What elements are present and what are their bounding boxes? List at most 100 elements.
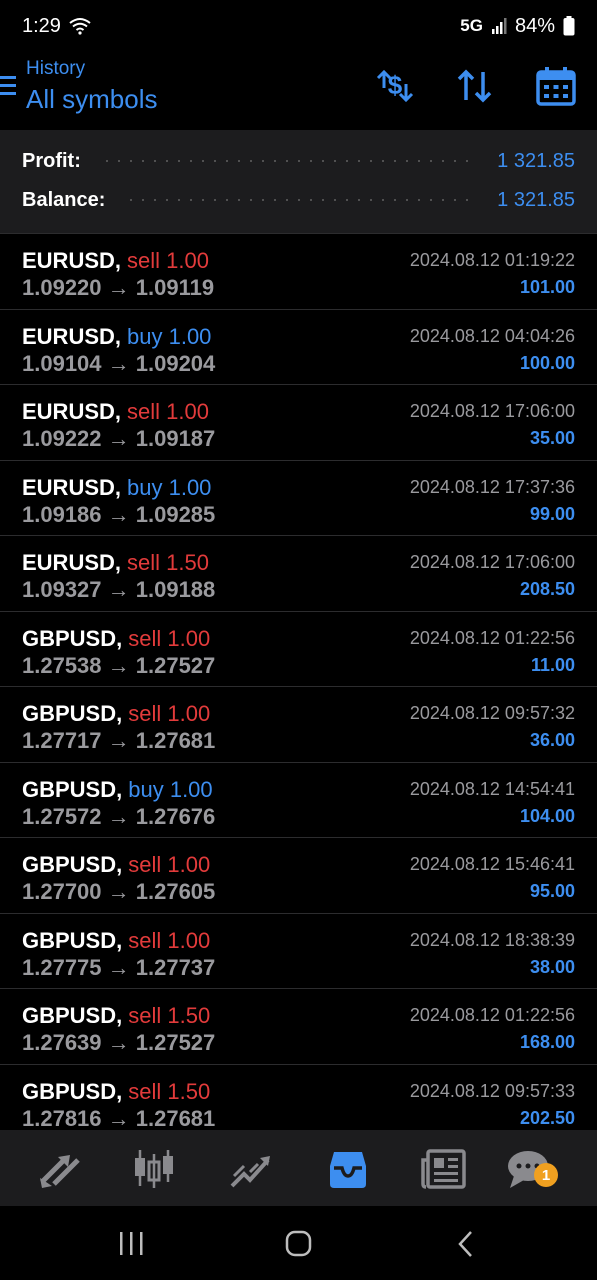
home-icon[interactable]: [285, 1230, 313, 1258]
deal-time: 2024.08.12 14:54:41: [409, 778, 575, 799]
app-header: History All symbols $: [0, 52, 597, 130]
calendar-icon[interactable]: [536, 66, 576, 106]
deal-row[interactable]: EURUSD, sell 1.00 1.09222 → 1.09187 2024.…: [0, 385, 597, 461]
signal-icon: [491, 18, 507, 34]
menu-icon[interactable]: [0, 74, 16, 98]
deal-prices: 1.09222 → 1.09187: [22, 426, 216, 451]
profit-label: Profit:: [22, 149, 81, 172]
deal-profit: 100.00: [519, 352, 575, 373]
deal-prices: 1.09327 → 1.09188: [22, 577, 216, 602]
back-icon[interactable]: [456, 1230, 476, 1258]
deal-profit: 35.00: [529, 428, 575, 448]
deal-side: sell 1.50: [128, 1078, 211, 1104]
deal-row[interactable]: EURUSD, buy 1.00 1.09186 → 1.09285 2024.0…: [0, 461, 597, 536]
battery-percent: 84%: [514, 14, 555, 37]
deal-profit: 168.00: [519, 1032, 575, 1052]
network-label: 5G: [460, 16, 483, 35]
wifi-icon: [69, 18, 91, 35]
history-inbox-icon[interactable]: [324, 1148, 372, 1190]
deal-side: buy 1.00: [127, 474, 212, 500]
bottom-nav: [0, 1130, 597, 1206]
deal-profit: 101.00: [519, 277, 575, 297]
deal-side: sell 1.50: [128, 1003, 211, 1028]
deal-profit: 208.50: [519, 579, 575, 599]
deal-prices: 1.27717 → 1.27681: [22, 728, 216, 753]
deal-row[interactable]: GBPUSD, sell 1.00 1.27700 → 1.27605 2024.…: [0, 838, 597, 914]
deal-prices: 1.27816 → 1.27681: [22, 1105, 216, 1131]
deal-symbol: GBPUSD,: [22, 852, 123, 877]
deal-prices: 1.09104 → 1.09204: [22, 350, 216, 376]
trade-icon[interactable]: [228, 1148, 276, 1190]
deal-symbol: GBPUSD,: [22, 1078, 123, 1104]
profit-value: 1 321.85: [497, 149, 575, 172]
deal-time: 2024.08.12 04:04:26: [409, 325, 575, 346]
deal-profit: 95.00: [529, 881, 575, 901]
deal-profit: 38.00: [529, 956, 575, 977]
deal-profit: 104.00: [519, 805, 575, 826]
system-nav-bar: [0, 1206, 597, 1280]
deal-row[interactable]: GBPUSD, sell 1.50 1.27639 → 1.27527 2024.…: [0, 989, 597, 1065]
deal-prices: 1.09220 → 1.09119: [22, 275, 215, 300]
deal-time: 2024.08.12 09:57:32: [409, 703, 575, 723]
deal-symbol: GBPUSD,: [22, 927, 123, 953]
chart-candles-icon[interactable]: [130, 1148, 178, 1190]
deal-prices: 1.27538 → 1.27527: [22, 652, 216, 678]
header-subtitle[interactable]: History: [26, 58, 85, 80]
deal-time: 2024.08.12 17:37:36: [409, 476, 575, 497]
deal-profit: 36.00: [529, 730, 575, 750]
deal-side: sell 1.00: [128, 701, 211, 726]
battery-icon: [563, 16, 575, 36]
deal-time: 2024.08.12 01:19:22: [409, 250, 575, 270]
recents-icon[interactable]: [118, 1231, 146, 1257]
deal-row[interactable]: EURUSD, sell 1.00 1.09220 → 1.09119 2024.…: [0, 234, 597, 310]
deal-side: buy 1.00: [128, 776, 213, 802]
sort-icon[interactable]: [456, 66, 494, 106]
deal-row[interactable]: EURUSD, sell 1.50 1.09327 → 1.09188 2024.…: [0, 536, 597, 612]
deal-symbol: GBPUSD,: [22, 776, 123, 802]
deal-prices: 1.27639 → 1.27527: [22, 1030, 216, 1055]
deal-side: sell 1.00: [128, 852, 211, 877]
notification-badge: 1: [534, 1163, 558, 1187]
news-icon[interactable]: [420, 1148, 468, 1190]
deal-profit: 11.00: [530, 654, 575, 675]
deal-prices: 1.27700 → 1.27605: [22, 879, 216, 904]
deal-row[interactable]: GBPUSD, sell 1.00 1.27775 → 1.27737 2024.…: [0, 914, 597, 989]
deal-side: sell 1.00: [128, 625, 211, 651]
balance-row: Balance: 1 321.85: [22, 185, 575, 215]
dotted-leader: [125, 199, 478, 201]
deal-row[interactable]: EURUSD, buy 1.00 1.09104 → 1.09204 2024.0…: [0, 310, 597, 385]
dotted-leader: [100, 160, 478, 162]
deal-symbol: GBPUSD,: [22, 1003, 123, 1028]
currency-exchange-icon[interactable]: $: [374, 66, 416, 106]
profit-row: Profit: 1 321.85: [22, 146, 575, 176]
deal-time: 2024.08.12 17:06:00: [409, 401, 575, 421]
deal-time: 2024.08.12 15:46:41: [409, 854, 575, 874]
deal-symbol: EURUSD,: [22, 550, 122, 575]
deal-side: sell 1.00: [127, 399, 209, 424]
deal-symbol: EURUSD,: [22, 399, 122, 424]
deal-side: sell 1.00: [128, 927, 211, 953]
header-title[interactable]: All symbols: [26, 84, 157, 115]
deal-time: 2024.08.12 09:57:33: [409, 1080, 575, 1101]
deal-time: 2024.08.12 01:22:56: [409, 1005, 575, 1025]
status-bar: 1:29 5G 84%: [0, 0, 597, 52]
deal-time: 2024.08.12 01:22:56: [409, 627, 575, 648]
deals-list[interactable]: EURUSD, sell 1.00 1.09220 → 1.09119 2024.…: [0, 234, 597, 1130]
deal-profit: 99.00: [529, 503, 575, 524]
clock: 1:29: [22, 14, 61, 37]
deal-row[interactable]: GBPUSD, sell 1.00 1.27538 → 1.27527 2024.…: [0, 612, 597, 687]
deal-prices: 1.27572 → 1.27676: [22, 803, 216, 829]
deal-side: sell 1.00: [127, 248, 209, 273]
deal-symbol: EURUSD,: [22, 474, 122, 500]
deal-row[interactable]: GBPUSD, sell 1.00 1.27717 → 1.27681 2024.…: [0, 687, 597, 763]
deal-prices: 1.09186 → 1.09285: [22, 501, 216, 527]
deal-symbol: EURUSD,: [22, 248, 122, 273]
deal-prices: 1.27775 → 1.27737: [22, 954, 216, 980]
deal-time: 2024.08.12 18:38:39: [409, 929, 575, 950]
deal-row[interactable]: GBPUSD, sell 1.50 1.27816 → 1.27681 2024.…: [0, 1065, 597, 1131]
deal-symbol: GBPUSD,: [22, 625, 123, 651]
quotes-icon[interactable]: [36, 1148, 84, 1190]
deal-row[interactable]: GBPUSD, buy 1.00 1.27572 → 1.27676 2024.0…: [0, 763, 597, 838]
deal-side: sell 1.50: [127, 550, 209, 575]
deal-symbol: GBPUSD,: [22, 701, 123, 726]
